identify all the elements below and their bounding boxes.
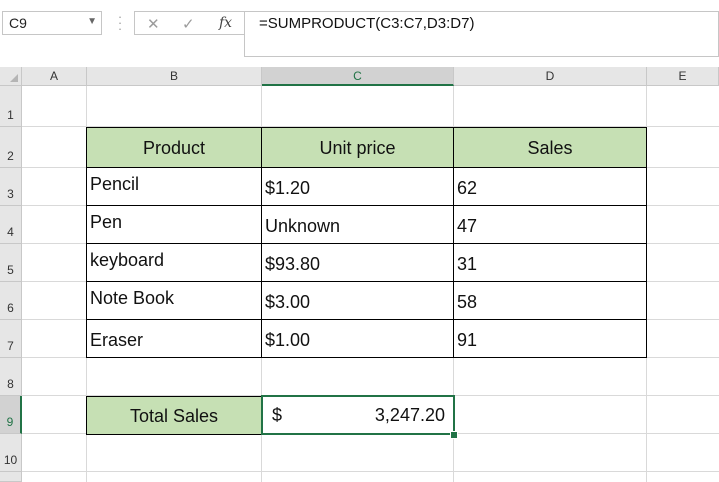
row-header-11[interactable]: [0, 472, 22, 482]
table-header-product[interactable]: Product: [86, 127, 262, 168]
total-label[interactable]: Total Sales: [86, 396, 262, 435]
row-header-3[interactable]: 3: [0, 168, 22, 206]
table-cell[interactable]: Pen: [86, 205, 262, 244]
row-header-8[interactable]: 8: [0, 358, 22, 396]
table-cell[interactable]: Pencil: [86, 167, 262, 206]
row-header-7[interactable]: 7: [0, 320, 22, 358]
row-header-1[interactable]: 1: [0, 86, 22, 127]
table-cell[interactable]: 31: [453, 243, 647, 282]
fill-handle[interactable]: [450, 431, 458, 439]
column-header-e[interactable]: E: [647, 67, 719, 86]
enter-icon[interactable]: ✓: [182, 15, 195, 33]
table-cell[interactable]: Unknown: [261, 205, 454, 244]
row-header-9[interactable]: 9: [0, 396, 22, 434]
column-header-d[interactable]: D: [454, 67, 647, 86]
row-header-4[interactable]: 4: [0, 206, 22, 244]
formula-text: =SUMPRODUCT(C3:C7,D3:D7): [259, 15, 475, 32]
row-header-5[interactable]: 5: [0, 244, 22, 282]
table-cell[interactable]: $1.20: [261, 167, 454, 206]
row-header-6[interactable]: 6: [0, 282, 22, 320]
name-box[interactable]: C9 ▼: [2, 11, 102, 35]
table-cell[interactable]: Note Book: [86, 281, 262, 320]
insert-function-icon[interactable]: fx: [219, 15, 232, 31]
table-cell[interactable]: Eraser: [86, 319, 262, 358]
name-box-value: C9: [9, 15, 27, 31]
table-cell[interactable]: $93.80: [261, 243, 454, 282]
cancel-icon[interactable]: ✕: [147, 15, 160, 33]
formula-buttons: ✕ ✓ fx: [134, 11, 244, 35]
formula-input[interactable]: =SUMPRODUCT(C3:C7,D3:D7): [244, 11, 719, 57]
column-header-c[interactable]: C: [262, 67, 454, 86]
table-cell[interactable]: 62: [453, 167, 647, 206]
currency-symbol: $: [272, 405, 283, 425]
select-all-button[interactable]: [0, 67, 22, 86]
table-cell[interactable]: 58: [453, 281, 647, 320]
resize-grip-icon[interactable]: · · ·: [117, 10, 123, 35]
table-header-sales[interactable]: Sales: [453, 127, 647, 168]
table-cell[interactable]: keyboard: [86, 243, 262, 282]
table-cell[interactable]: $1.00: [261, 319, 454, 358]
row-header-10[interactable]: 10: [0, 434, 22, 472]
table-cell[interactable]: $3.00: [261, 281, 454, 320]
total-value: 3,247.20: [374, 405, 445, 425]
spreadsheet-grid[interactable]: A B C D E 1 2 3 4 5 6 7 8 9 10 Product U…: [0, 67, 719, 482]
table-cell[interactable]: 47: [453, 205, 647, 244]
chevron-down-icon[interactable]: ▼: [87, 16, 97, 27]
formula-bar-area: C9 ▼ · · · ✕ ✓ fx =SUMPRODUCT(C3:C7,D3:D7): [0, 0, 719, 67]
column-header-b[interactable]: B: [87, 67, 262, 86]
column-header-a[interactable]: A: [22, 67, 87, 86]
table-cell[interactable]: 91: [453, 319, 647, 358]
row-header-2[interactable]: 2: [0, 127, 22, 168]
total-value-cell[interactable]: $ 3,247.20: [261, 395, 455, 435]
table-header-unit-price[interactable]: Unit price: [261, 127, 454, 168]
